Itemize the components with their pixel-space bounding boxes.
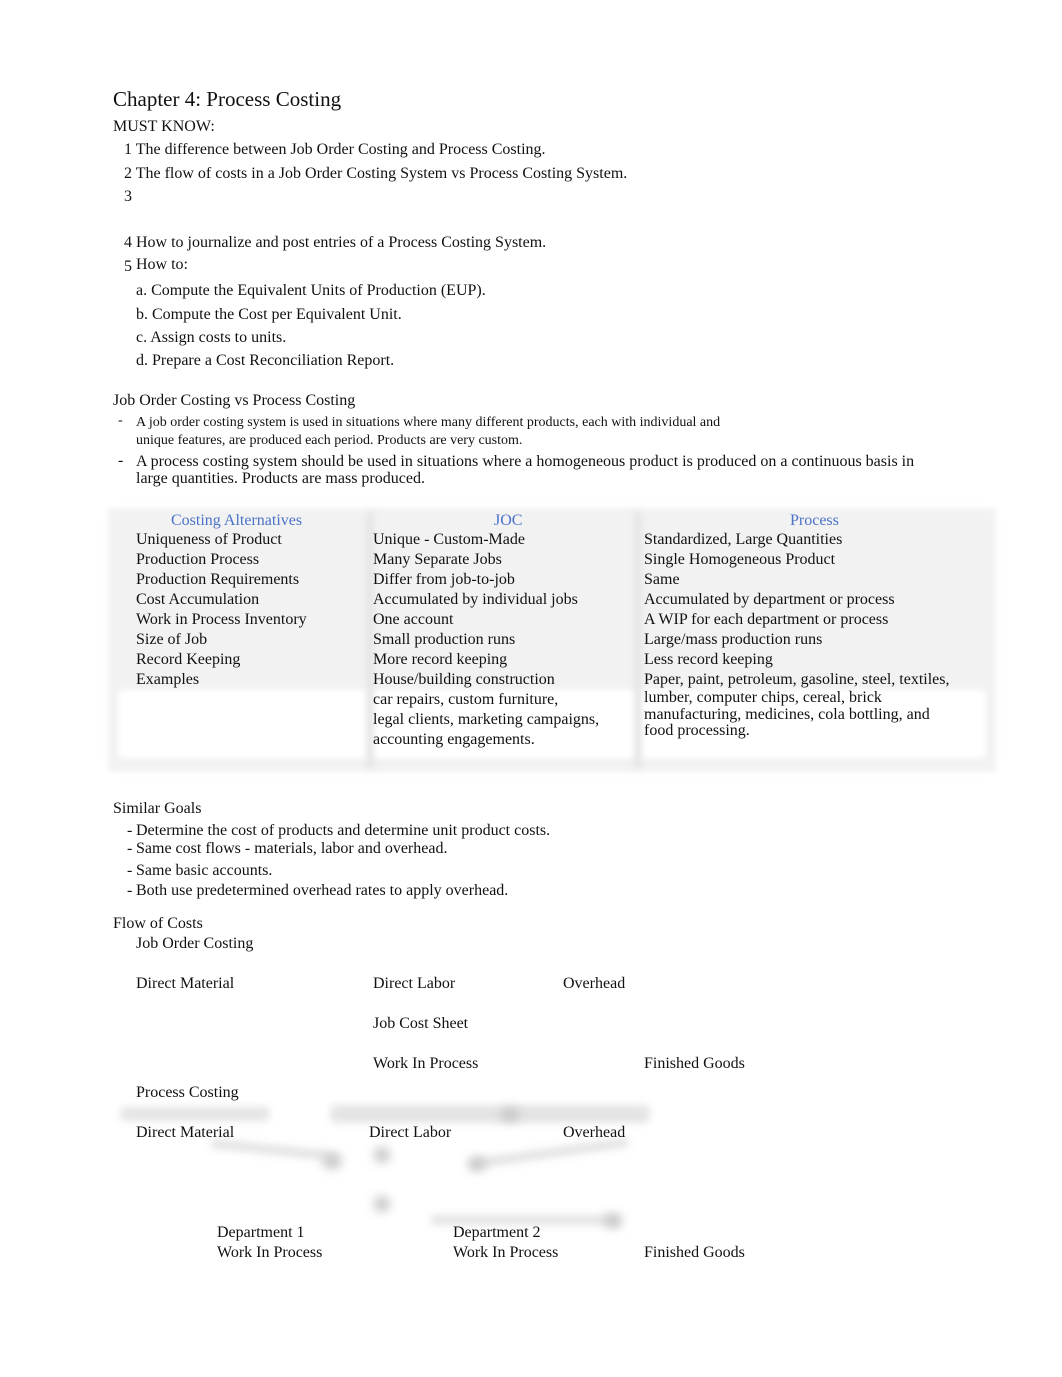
bullet-marker: - — [118, 452, 124, 469]
goal-item: Determine the cost of products and deter… — [136, 822, 551, 839]
table-cell: accounting engagements. — [373, 731, 535, 748]
node-overhead: Overhead — [563, 975, 626, 992]
table-cell: Production Requirements — [136, 571, 300, 588]
bullet-marker: - — [127, 840, 133, 857]
bullet-line: A process costing system should be used … — [136, 453, 915, 470]
table-cell: House/building construction — [373, 671, 555, 688]
table-cell: Many Separate Jobs — [373, 551, 502, 568]
bullet-line: large quantities. Products are mass prod… — [136, 470, 425, 487]
item-text: How to: — [136, 256, 188, 273]
node-direct-material: Direct Material — [136, 1124, 235, 1141]
table-cell: More record keeping — [373, 651, 508, 668]
sub-item: c. Assign costs to units. — [136, 329, 287, 346]
item-number: 4 — [124, 234, 132, 251]
must-know-item: 5 How to: — [124, 256, 188, 275]
arrow-shape — [120, 1107, 270, 1121]
node-department-2: Department 2 — [453, 1224, 541, 1241]
item-number: 5 — [124, 258, 132, 275]
must-know-item: 4 How to journalize and post entries of … — [124, 235, 546, 251]
arrow-head — [468, 1157, 486, 1171]
node-work-in-process: Work In Process — [373, 1055, 479, 1072]
item-text: The flow of costs in a Job Order Costing… — [135, 165, 628, 182]
table-cell: Single Homogeneous Product — [644, 551, 836, 568]
subsection-heading: Process Costing — [136, 1084, 239, 1101]
node-direct-material: Direct Material — [136, 975, 235, 992]
table-cell: Unique - Custom-Made — [373, 531, 525, 548]
arrow-shape — [209, 1138, 341, 1162]
table-cell: legal clients, marketing campaigns, — [373, 711, 600, 728]
table-cell: Large/mass production runs — [644, 631, 823, 648]
arrow-head — [374, 1147, 390, 1163]
table-cell: Standardized, Large Quantities — [644, 531, 843, 548]
table-cell: Record Keeping — [136, 651, 241, 668]
item-text: How to journalize and post entries of a … — [136, 234, 547, 251]
bullet-line: A job order costing system is used in si… — [136, 415, 721, 430]
table-cell: manufacturing, medicines, cola bottling,… — [644, 706, 930, 723]
section-heading: Job Order Costing vs Process Costing — [113, 392, 356, 409]
bullet-marker: - — [127, 862, 133, 879]
node-department-1: Department 1 — [217, 1224, 305, 1241]
table-cell: Paper, paint, petroleum, gasoline, steel… — [644, 671, 950, 688]
arrow-head — [322, 1155, 342, 1169]
bullet-marker: - — [127, 822, 133, 839]
node-direct-labor: Direct Labor — [369, 1124, 452, 1141]
arrow-shape — [470, 1136, 630, 1170]
table-cell: Size of Job — [136, 631, 208, 648]
page-title: Chapter 4: Process Costing — [113, 87, 342, 111]
table-cell: Differ from job-to-job — [373, 571, 515, 588]
node-department-1-wip: Work In Process — [217, 1244, 323, 1261]
table-cell: Cost Accumulation — [136, 591, 260, 608]
node-overhead: Overhead — [563, 1124, 626, 1141]
table-cell: Production Process — [136, 551, 260, 568]
table-cell: food processing. — [644, 722, 750, 739]
table-cell: One account — [373, 611, 454, 628]
table-cell: lumber, computer chips, cereal, brick — [644, 689, 882, 706]
table-cell: Uniqueness of Product — [136, 531, 282, 548]
sub-item: a. Compute the Equivalent Units of Produ… — [136, 282, 486, 299]
column-divider — [634, 512, 642, 768]
table-header: Process — [790, 512, 839, 529]
section-heading: Similar Goals — [113, 800, 202, 817]
node-finished-goods: Finished Goods — [644, 1055, 745, 1072]
bullet-line: unique features, are produced each perio… — [136, 433, 523, 448]
bullet-marker: - — [127, 882, 133, 899]
node-direct-labor: Direct Labor — [373, 975, 456, 992]
arrow-head — [604, 1214, 622, 1228]
item-text: The difference between Job Order Costing… — [135, 141, 546, 158]
arrow-shape — [330, 1105, 650, 1123]
item-number: 3 — [124, 188, 132, 205]
table-header: JOC — [494, 512, 523, 529]
goal-item: Same basic accounts. — [136, 862, 273, 879]
must-know-heading: MUST KNOW: — [113, 118, 215, 135]
table-cell: Examples — [136, 671, 200, 688]
table-cell: Less record keeping — [644, 651, 773, 668]
node-finished-goods: Finished Goods — [644, 1244, 745, 1261]
sub-item: b. Compute the Cost per Equivalent Unit. — [136, 306, 402, 323]
goal-item: Both use predetermined overhead rates to… — [136, 882, 509, 899]
must-know-item: 1 The difference between Job Order Costi… — [124, 142, 546, 158]
table-cell: Accumulated by individual jobs — [373, 591, 578, 608]
table-cell: Work in Process Inventory — [136, 611, 307, 628]
goal-item: Same cost flows - materials, labor and o… — [136, 840, 448, 857]
arrow-head — [374, 1196, 390, 1212]
item-number: 1 — [124, 141, 132, 158]
table-cell: Same — [644, 571, 680, 588]
subsection-heading: Job Order Costing — [136, 935, 254, 952]
table-cell: car repairs, custom furniture, — [373, 691, 559, 708]
must-know-item: 3 — [124, 189, 132, 205]
item-number: 2 — [124, 165, 132, 182]
table-header: Costing Alternatives — [171, 512, 303, 529]
table-cell: Accumulated by department or process — [644, 591, 895, 608]
must-know-item: 2 The flow of costs in a Job Order Costi… — [124, 166, 627, 182]
bullet-marker: - — [118, 413, 123, 428]
section-heading: Flow of Costs — [113, 915, 203, 932]
table-cell: Small production runs — [373, 631, 516, 648]
table-cell: A WIP for each department or process — [644, 611, 889, 628]
node-department-2-wip: Work In Process — [453, 1244, 559, 1261]
node-job-cost-sheet: Job Cost Sheet — [373, 1015, 469, 1032]
arrow-head — [500, 1108, 520, 1122]
sub-item: d. Prepare a Cost Reconciliation Report. — [136, 352, 395, 369]
